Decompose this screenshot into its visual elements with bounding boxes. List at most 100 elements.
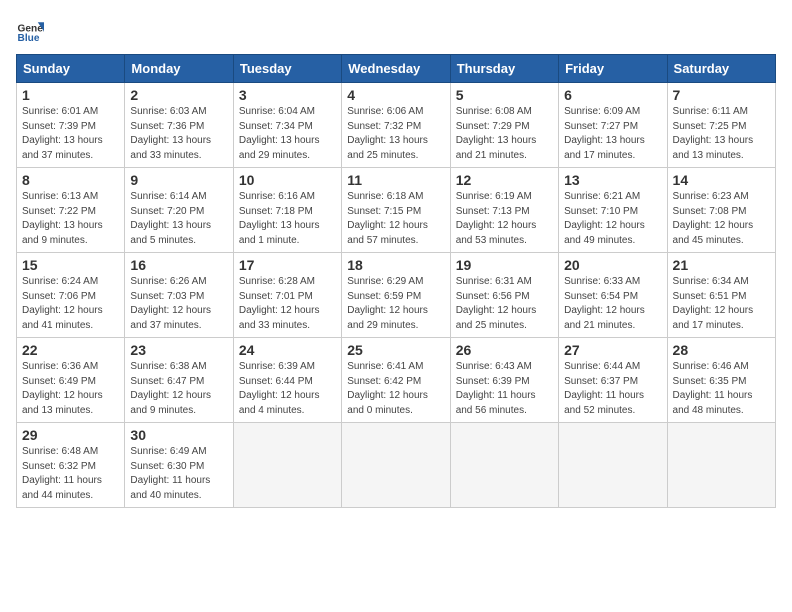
day-info: Sunrise: 6:01 AMSunset: 7:39 PMDaylight:…	[22, 105, 119, 163]
day-info: Sunrise: 6:14 AMSunset: 7:20 PMDaylight:…	[130, 190, 227, 248]
day-number: 17	[239, 257, 336, 273]
day-info: Sunrise: 6:23 AMSunset: 7:08 PMDaylight:…	[673, 190, 770, 248]
calendar-cell: 2 Sunrise: 6:03 AMSunset: 7:36 PMDaylight…	[125, 83, 233, 168]
day-number: 6	[564, 87, 661, 103]
day-number: 1	[22, 87, 119, 103]
day-info: Sunrise: 6:34 AMSunset: 6:51 PMDaylight:…	[673, 275, 770, 333]
calendar-cell: 11 Sunrise: 6:18 AMSunset: 7:15 PMDayligh…	[342, 168, 450, 253]
calendar-cell: 29 Sunrise: 6:48 AMSunset: 6:32 PMDayligh…	[17, 423, 125, 508]
day-info: Sunrise: 6:21 AMSunset: 7:10 PMDaylight:…	[564, 190, 661, 248]
day-info: Sunrise: 6:18 AMSunset: 7:15 PMDaylight:…	[347, 190, 444, 248]
day-info: Sunrise: 6:38 AMSunset: 6:47 PMDaylight:…	[130, 360, 227, 418]
day-number: 23	[130, 342, 227, 358]
day-header-thursday: Thursday	[450, 55, 558, 83]
calendar-cell: 4 Sunrise: 6:06 AMSunset: 7:32 PMDaylight…	[342, 83, 450, 168]
day-info: Sunrise: 6:06 AMSunset: 7:32 PMDaylight:…	[347, 105, 444, 163]
calendar-cell: 9 Sunrise: 6:14 AMSunset: 7:20 PMDaylight…	[125, 168, 233, 253]
day-number: 3	[239, 87, 336, 103]
day-number: 29	[22, 427, 119, 443]
logo: General Blue	[16, 16, 44, 44]
day-number: 21	[673, 257, 770, 273]
day-number: 25	[347, 342, 444, 358]
day-info: Sunrise: 6:26 AMSunset: 7:03 PMDaylight:…	[130, 275, 227, 333]
day-info: Sunrise: 6:16 AMSunset: 7:18 PMDaylight:…	[239, 190, 336, 248]
day-number: 9	[130, 172, 227, 188]
day-number: 15	[22, 257, 119, 273]
day-info: Sunrise: 6:31 AMSunset: 6:56 PMDaylight:…	[456, 275, 553, 333]
calendar-cell	[667, 423, 775, 508]
day-info: Sunrise: 6:48 AMSunset: 6:32 PMDaylight:…	[22, 445, 119, 503]
day-info: Sunrise: 6:03 AMSunset: 7:36 PMDaylight:…	[130, 105, 227, 163]
calendar-table: SundayMondayTuesdayWednesdayThursdayFrid…	[16, 54, 776, 508]
day-info: Sunrise: 6:04 AMSunset: 7:34 PMDaylight:…	[239, 105, 336, 163]
calendar-cell: 14 Sunrise: 6:23 AMSunset: 7:08 PMDayligh…	[667, 168, 775, 253]
day-number: 4	[347, 87, 444, 103]
day-number: 14	[673, 172, 770, 188]
day-info: Sunrise: 6:46 AMSunset: 6:35 PMDaylight:…	[673, 360, 770, 418]
calendar-cell: 10 Sunrise: 6:16 AMSunset: 7:18 PMDayligh…	[233, 168, 341, 253]
day-info: Sunrise: 6:44 AMSunset: 6:37 PMDaylight:…	[564, 360, 661, 418]
calendar-cell: 23 Sunrise: 6:38 AMSunset: 6:47 PMDayligh…	[125, 338, 233, 423]
day-number: 12	[456, 172, 553, 188]
calendar-cell: 8 Sunrise: 6:13 AMSunset: 7:22 PMDaylight…	[17, 168, 125, 253]
day-info: Sunrise: 6:19 AMSunset: 7:13 PMDaylight:…	[456, 190, 553, 248]
day-number: 30	[130, 427, 227, 443]
calendar-cell	[342, 423, 450, 508]
day-header-wednesday: Wednesday	[342, 55, 450, 83]
calendar-cell: 16 Sunrise: 6:26 AMSunset: 7:03 PMDayligh…	[125, 253, 233, 338]
calendar-cell	[450, 423, 558, 508]
calendar-cell: 17 Sunrise: 6:28 AMSunset: 7:01 PMDayligh…	[233, 253, 341, 338]
day-info: Sunrise: 6:41 AMSunset: 6:42 PMDaylight:…	[347, 360, 444, 418]
page-header: General Blue	[16, 16, 776, 44]
calendar-cell: 5 Sunrise: 6:08 AMSunset: 7:29 PMDaylight…	[450, 83, 558, 168]
calendar-cell: 30 Sunrise: 6:49 AMSunset: 6:30 PMDayligh…	[125, 423, 233, 508]
logo-icon: General Blue	[16, 16, 44, 44]
day-info: Sunrise: 6:24 AMSunset: 7:06 PMDaylight:…	[22, 275, 119, 333]
calendar-cell: 13 Sunrise: 6:21 AMSunset: 7:10 PMDayligh…	[559, 168, 667, 253]
calendar-cell: 28 Sunrise: 6:46 AMSunset: 6:35 PMDayligh…	[667, 338, 775, 423]
day-number: 24	[239, 342, 336, 358]
day-number: 8	[22, 172, 119, 188]
calendar-cell	[559, 423, 667, 508]
day-number: 11	[347, 172, 444, 188]
day-info: Sunrise: 6:43 AMSunset: 6:39 PMDaylight:…	[456, 360, 553, 418]
day-number: 26	[456, 342, 553, 358]
day-header-tuesday: Tuesday	[233, 55, 341, 83]
day-header-friday: Friday	[559, 55, 667, 83]
day-number: 20	[564, 257, 661, 273]
day-number: 13	[564, 172, 661, 188]
day-number: 19	[456, 257, 553, 273]
calendar-cell: 22 Sunrise: 6:36 AMSunset: 6:49 PMDayligh…	[17, 338, 125, 423]
calendar-cell: 3 Sunrise: 6:04 AMSunset: 7:34 PMDaylight…	[233, 83, 341, 168]
calendar-cell: 7Sunrise: 6:11 AMSunset: 7:25 PMDaylight…	[667, 83, 775, 168]
day-header-sunday: Sunday	[17, 55, 125, 83]
day-number: 22	[22, 342, 119, 358]
calendar-cell: 26 Sunrise: 6:43 AMSunset: 6:39 PMDayligh…	[450, 338, 558, 423]
day-info: Sunrise: 6:49 AMSunset: 6:30 PMDaylight:…	[130, 445, 227, 503]
day-info: Sunrise: 6:33 AMSunset: 6:54 PMDaylight:…	[564, 275, 661, 333]
calendar-cell: 24 Sunrise: 6:39 AMSunset: 6:44 PMDayligh…	[233, 338, 341, 423]
day-info: Sunrise: 6:28 AMSunset: 7:01 PMDaylight:…	[239, 275, 336, 333]
day-number: 28	[673, 342, 770, 358]
calendar-cell: 20 Sunrise: 6:33 AMSunset: 6:54 PMDayligh…	[559, 253, 667, 338]
day-info: Sunrise: 6:36 AMSunset: 6:49 PMDaylight:…	[22, 360, 119, 418]
day-info: Sunrise: 6:11 AMSunset: 7:25 PMDaylight:…	[673, 105, 770, 163]
day-number: 2	[130, 87, 227, 103]
calendar-cell	[233, 423, 341, 508]
calendar-cell: 19 Sunrise: 6:31 AMSunset: 6:56 PMDayligh…	[450, 253, 558, 338]
day-info: Sunrise: 6:13 AMSunset: 7:22 PMDaylight:…	[22, 190, 119, 248]
day-info: Sunrise: 6:08 AMSunset: 7:29 PMDaylight:…	[456, 105, 553, 163]
calendar-cell: 21 Sunrise: 6:34 AMSunset: 6:51 PMDayligh…	[667, 253, 775, 338]
day-number: 10	[239, 172, 336, 188]
day-number: 16	[130, 257, 227, 273]
day-number: 5	[456, 87, 553, 103]
calendar-cell: 1 Sunrise: 6:01 AMSunset: 7:39 PMDaylight…	[17, 83, 125, 168]
day-info: Sunrise: 6:39 AMSunset: 6:44 PMDaylight:…	[239, 360, 336, 418]
day-number: 18	[347, 257, 444, 273]
calendar-cell: 6 Sunrise: 6:09 AMSunset: 7:27 PMDaylight…	[559, 83, 667, 168]
day-number: 27	[564, 342, 661, 358]
day-info: Sunrise: 6:29 AMSunset: 6:59 PMDaylight:…	[347, 275, 444, 333]
day-header-saturday: Saturday	[667, 55, 775, 83]
calendar-cell: 27 Sunrise: 6:44 AMSunset: 6:37 PMDayligh…	[559, 338, 667, 423]
day-info: Sunrise: 6:09 AMSunset: 7:27 PMDaylight:…	[564, 105, 661, 163]
